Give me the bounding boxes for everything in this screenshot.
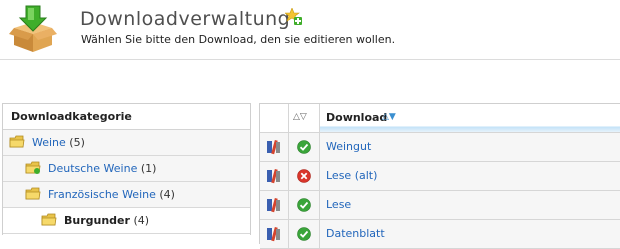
- category-heading: Downloadkategorie: [3, 104, 250, 130]
- edit-tools-icon[interactable]: [266, 139, 282, 155]
- category-count: (4): [159, 188, 175, 201]
- header-divider: [0, 59, 620, 60]
- category-link[interactable]: Deutsche Weine: [48, 162, 137, 175]
- category-item-deutsche-weine[interactable]: Deutsche Weine (1): [3, 156, 250, 182]
- folder-icon: [9, 135, 25, 148]
- folder-icon: [41, 213, 57, 226]
- edit-cell: [260, 191, 289, 219]
- edit-tools-icon[interactable]: [266, 226, 282, 242]
- download-link[interactable]: Lese: [326, 198, 351, 211]
- download-link[interactable]: Datenblatt: [326, 227, 385, 240]
- category-item-weine[interactable]: Weine (5): [3, 130, 250, 156]
- category-link[interactable]: Französische Weine: [48, 188, 156, 201]
- table-row: Lese (alt): [260, 162, 620, 191]
- category-label-selected[interactable]: Burgunder: [64, 214, 130, 227]
- status-cell: [289, 191, 320, 219]
- edit-cell: [260, 162, 289, 190]
- download-table: △▽ Download △▼ Weingut Lese (alt) Lese D…: [259, 103, 620, 249]
- table-row: Lese: [260, 191, 620, 220]
- table-row: Datenblatt: [260, 220, 620, 249]
- download-column-heading[interactable]: Download: [326, 111, 387, 124]
- table-row: Weingut: [260, 133, 620, 162]
- name-cell: Lese: [320, 191, 620, 219]
- name-cell: Lese (alt): [320, 162, 620, 190]
- page-title: Downloadverwaltung: [80, 8, 291, 30]
- edit-cell: [260, 133, 289, 161]
- check-circle-icon[interactable]: [297, 140, 311, 154]
- category-count: (5): [69, 136, 85, 149]
- edit-tools-icon[interactable]: [266, 197, 282, 213]
- add-plus-star-icon[interactable]: [285, 8, 303, 26]
- status-sort-arrows[interactable]: △▽: [293, 112, 307, 122]
- check-circle-icon[interactable]: [297, 198, 311, 212]
- header-cell-edit: [260, 104, 289, 132]
- category-item-burgunder[interactable]: Burgunder (4): [3, 208, 250, 234]
- x-circle-icon[interactable]: [297, 169, 311, 183]
- page-subtitle: Wählen Sie bitte den Download, den sie e…: [81, 33, 396, 46]
- status-cell: [289, 133, 320, 161]
- category-count: (4): [133, 214, 150, 227]
- category-item-franzoesische-weine[interactable]: Französische Weine (4): [3, 182, 250, 208]
- category-link[interactable]: Weine: [32, 136, 66, 149]
- folder-icon: [25, 187, 41, 200]
- edit-cell: [260, 220, 289, 248]
- name-cell: Weingut: [320, 133, 620, 161]
- download-sort-arrows[interactable]: △▼: [382, 112, 396, 122]
- category-panel: Downloadkategorie Weine (5) Deutsche Wei…: [2, 103, 251, 235]
- download-link[interactable]: Weingut: [326, 140, 371, 153]
- name-cell: Datenblatt: [320, 220, 620, 248]
- download-link[interactable]: Lese (alt): [326, 169, 377, 182]
- check-circle-icon[interactable]: [297, 227, 311, 241]
- status-cell: [289, 162, 320, 190]
- table-header: △▽ Download △▼: [260, 104, 620, 133]
- header-cell-download[interactable]: Download △▼: [320, 104, 620, 132]
- download-box-icon: [9, 5, 57, 52]
- page-header: Downloadverwaltung Wählen Sie bitte den …: [0, 0, 620, 60]
- header-cell-status: △▽: [289, 104, 320, 132]
- status-cell: [289, 220, 320, 248]
- folder-icon: [25, 161, 41, 174]
- category-count: (1): [140, 162, 157, 175]
- edit-tools-icon[interactable]: [266, 168, 282, 184]
